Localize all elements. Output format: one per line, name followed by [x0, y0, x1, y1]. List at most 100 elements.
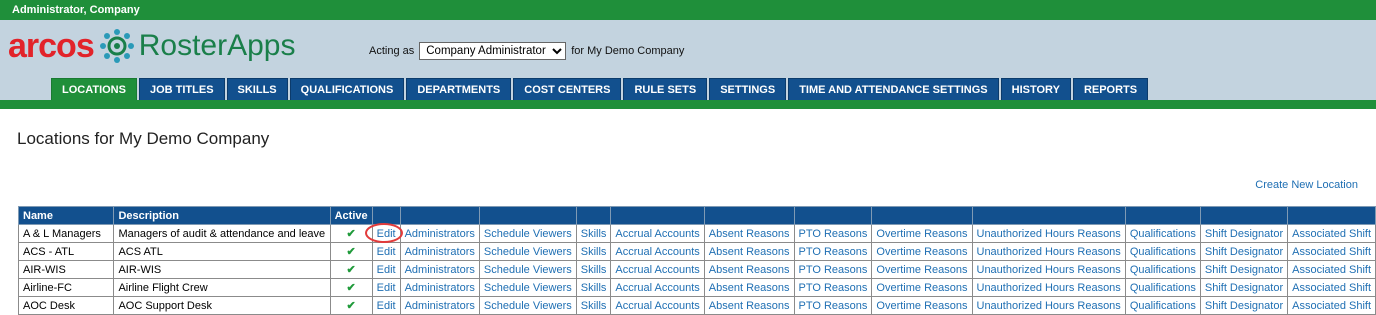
associated-shift-link[interactable]: Associated Shift	[1287, 224, 1376, 243]
shift-designator-link[interactable]: Shift Designator	[1199, 260, 1289, 279]
qualifications-link[interactable]: Qualifications	[1124, 278, 1201, 297]
cell-description: AIR-WIS	[113, 260, 331, 279]
administrators-link[interactable]: Administrators	[399, 242, 480, 261]
tab-qualifications[interactable]: QUALIFICATIONS	[289, 78, 405, 100]
edit-link[interactable]: Edit	[371, 242, 401, 261]
shift-designator-link[interactable]: Shift Designator	[1199, 278, 1289, 297]
overtime-reasons-link[interactable]: Overtime Reasons	[871, 260, 973, 279]
active-check-icon: ✔	[329, 260, 373, 279]
absent-reasons-link[interactable]: Absent Reasons	[703, 278, 795, 297]
pto-reasons-link[interactable]: PTO Reasons	[793, 278, 873, 297]
tab-settings[interactable]: SETTINGS	[709, 78, 787, 100]
rosterapps-logo-text: RosterApps	[138, 29, 296, 62]
overtime-reasons-link[interactable]: Overtime Reasons	[871, 278, 973, 297]
cell-name: AOC Desk	[17, 296, 115, 315]
shift-designator-link[interactable]: Shift Designator	[1199, 242, 1289, 261]
overtime-reasons-link[interactable]: Overtime Reasons	[871, 296, 973, 315]
pto-reasons-link[interactable]: PTO Reasons	[793, 260, 873, 279]
header-divider	[0, 100, 1376, 109]
create-location-link[interactable]: Create New Location	[1255, 179, 1358, 191]
cell-name: AIR-WIS	[17, 260, 115, 279]
schedule-viewers-link[interactable]: Schedule Viewers	[478, 242, 577, 261]
col-administrators	[399, 206, 480, 225]
col-name: Name	[17, 206, 115, 225]
administrators-link[interactable]: Administrators	[399, 224, 480, 243]
edit-link-cell: Edit	[364, 222, 403, 243]
edit-link[interactable]: Edit	[371, 260, 401, 279]
accrual-accounts-link[interactable]: Accrual Accounts	[610, 278, 705, 297]
user-name: Administrator, Company	[12, 4, 140, 16]
administrators-link[interactable]: Administrators	[399, 260, 480, 279]
pto-reasons-link[interactable]: PTO Reasons	[793, 224, 873, 243]
pto-reasons-link[interactable]: PTO Reasons	[793, 296, 873, 315]
active-check-icon: ✔	[329, 296, 373, 315]
qualifications-link[interactable]: Qualifications	[1124, 296, 1201, 315]
schedule-viewers-link[interactable]: Schedule Viewers	[478, 296, 577, 315]
administrators-link[interactable]: Administrators	[399, 296, 480, 315]
associated-shift-link[interactable]: Associated Shift	[1287, 260, 1376, 279]
absent-reasons-link[interactable]: Absent Reasons	[703, 224, 795, 243]
tab-departments[interactable]: DEPARTMENTS	[406, 78, 512, 100]
gear-logo-icon	[99, 29, 134, 63]
associated-shift-link[interactable]: Associated Shift	[1287, 296, 1376, 315]
skills-link[interactable]: Skills	[575, 296, 612, 315]
pto-reasons-link[interactable]: PTO Reasons	[793, 242, 873, 261]
cell-description: Airline Flight Crew	[113, 278, 331, 297]
unauthorized-hours-reasons-link[interactable]: Unauthorized Hours Reasons	[971, 260, 1126, 279]
schedule-viewers-link[interactable]: Schedule Viewers	[478, 224, 577, 243]
schedule-viewers-link[interactable]: Schedule Viewers	[478, 260, 577, 279]
tab-rule-sets[interactable]: RULE SETS	[623, 78, 708, 100]
overtime-reasons-link[interactable]: Overtime Reasons	[871, 242, 973, 261]
col-absent-reasons	[703, 206, 795, 225]
tab-locations[interactable]: LOCATIONS	[51, 78, 137, 100]
cell-description: AOC Support Desk	[113, 296, 331, 315]
unauthorized-hours-reasons-link[interactable]: Unauthorized Hours Reasons	[971, 242, 1126, 261]
skills-link[interactable]: Skills	[575, 260, 612, 279]
col-description: Description	[113, 206, 331, 225]
cell-name: Airline-FC	[17, 278, 115, 297]
table-row: ACS - ATL ACS ATL ✔ Edit Administrators …	[17, 242, 1376, 261]
schedule-viewers-link[interactable]: Schedule Viewers	[478, 278, 577, 297]
absent-reasons-link[interactable]: Absent Reasons	[703, 242, 795, 261]
tab-cost-centers[interactable]: COST CENTERS	[513, 78, 622, 100]
absent-reasons-link[interactable]: Absent Reasons	[703, 260, 795, 279]
associated-shift-link[interactable]: Associated Shift	[1287, 278, 1376, 297]
skills-link[interactable]: Skills	[575, 224, 612, 243]
unauthorized-hours-reasons-link[interactable]: Unauthorized Hours Reasons	[971, 278, 1126, 297]
role-select[interactable]: Company Administrator	[419, 42, 567, 60]
accrual-accounts-link[interactable]: Accrual Accounts	[610, 260, 705, 279]
col-associated-shift	[1287, 206, 1376, 225]
overtime-reasons-link[interactable]: Overtime Reasons	[871, 224, 973, 243]
edit-link-wrap: Edit	[364, 222, 403, 243]
cell-name: A & L Managers	[17, 224, 115, 243]
tab-history[interactable]: HISTORY	[1000, 78, 1071, 100]
table-row: AIR-WIS AIR-WIS ✔ Edit Administrators Sc…	[17, 260, 1376, 279]
tab-reports[interactable]: REPORTS	[1072, 78, 1149, 100]
tab-time-attendance-settings[interactable]: TIME AND ATTENDANCE SETTINGS	[788, 78, 999, 100]
accrual-accounts-link[interactable]: Accrual Accounts	[610, 224, 705, 243]
skills-link[interactable]: Skills	[575, 278, 612, 297]
accrual-accounts-link[interactable]: Accrual Accounts	[610, 242, 705, 261]
unauthorized-hours-reasons-link[interactable]: Unauthorized Hours Reasons	[971, 224, 1126, 243]
administrators-link[interactable]: Administrators	[399, 278, 480, 297]
qualifications-link[interactable]: Qualifications	[1124, 242, 1201, 261]
associated-shift-link[interactable]: Associated Shift	[1287, 242, 1376, 261]
cell-description: ACS ATL	[113, 242, 331, 261]
highlight-circle	[364, 222, 403, 243]
skills-link[interactable]: Skills	[575, 242, 612, 261]
unauthorized-hours-reasons-link[interactable]: Unauthorized Hours Reasons	[971, 296, 1126, 315]
qualifications-link[interactable]: Qualifications	[1124, 260, 1201, 279]
qualifications-link[interactable]: Qualifications	[1124, 224, 1201, 243]
accrual-accounts-link[interactable]: Accrual Accounts	[610, 296, 705, 315]
edit-link[interactable]: Edit	[371, 278, 401, 297]
col-pto-reasons	[793, 206, 873, 225]
edit-link[interactable]: Edit	[371, 296, 401, 315]
app-logo[interactable]: arcos RosterApps	[8, 26, 295, 66]
tab-skills[interactable]: SKILLS	[226, 78, 288, 100]
tab-job-titles[interactable]: JOB TITLES	[138, 78, 225, 100]
main-tabs: LOCATIONS JOB TITLES SKILLS QUALIFICATIO…	[51, 78, 1150, 100]
shift-designator-link[interactable]: Shift Designator	[1199, 296, 1289, 315]
absent-reasons-link[interactable]: Absent Reasons	[703, 296, 795, 315]
acting-for-label: for My Demo Company	[571, 45, 685, 57]
shift-designator-link[interactable]: Shift Designator	[1199, 224, 1289, 243]
